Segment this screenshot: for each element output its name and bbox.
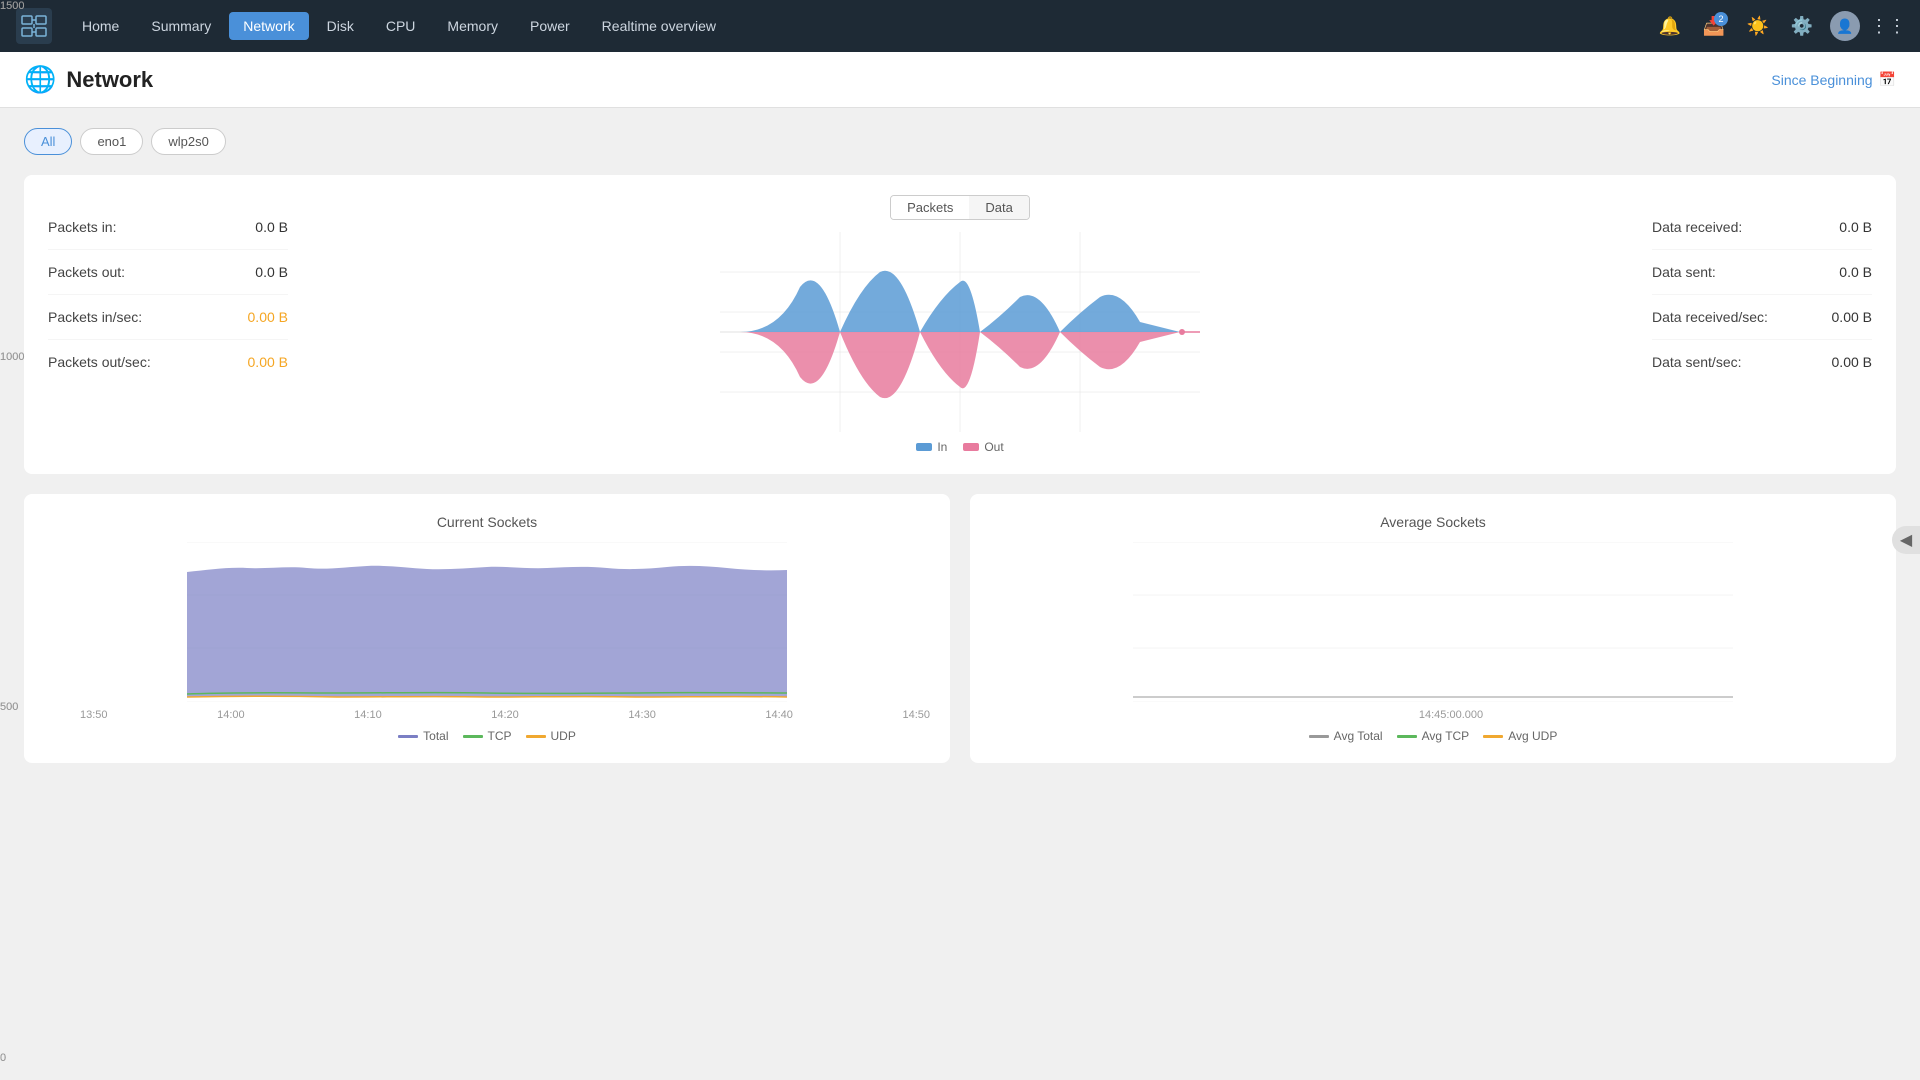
stat-packets-in: Packets in: 0.0 B [48,205,288,250]
since-beginning-button[interactable]: Since Beginning 📅 [1771,71,1896,88]
avatar[interactable]: 👤 [1830,11,1860,41]
stat-value-packets-out-sec: 0.00 B [248,354,288,370]
stat-data-sent: Data sent: 0.0 B [1652,250,1872,295]
notifications-button[interactable]: 🔔 [1654,10,1686,42]
nav-home[interactable]: Home [68,12,133,40]
stat-value-data-sent: 0.0 B [1839,264,1872,280]
current-sockets-x-axis: 13:50 14:00 14:10 14:20 14:30 14:40 14:5… [44,709,930,721]
legend-avg-tcp: Avg TCP [1397,729,1470,743]
downloads-badge: 2 [1714,12,1728,26]
average-sockets-y-axis: 1500 1000 500 0 [0,0,36,1080]
legend-in-dot [916,443,932,451]
legend-out-dot [963,443,979,451]
current-sockets-title: Current Sockets [44,514,930,530]
legend-avg-total-line [1309,735,1329,738]
nav-icons: 🔔 📥 2 ☀️ ⚙️ 👤 ⋮⋮ [1654,10,1904,42]
navbar: Home Summary Network Disk CPU Memory Pow… [0,0,1920,52]
legend-out-label: Out [984,440,1003,454]
interface-tabs: All eno1 wlp2s0 [24,128,1896,155]
nav-realtime[interactable]: Realtime overview [588,12,730,40]
stat-value-data-received-sec: 0.00 B [1832,309,1872,325]
current-sockets-card: Current Sockets 1500 1000 500 0 [24,494,950,763]
stat-data-sent-sec: Data sent/sec: 0.00 B [1652,340,1872,384]
settings-button[interactable]: ⚙️ [1786,10,1818,42]
tab-wlp2s0[interactable]: wlp2s0 [151,128,225,155]
main-content: All eno1 wlp2s0 Packets in: 0.0 B Packet… [0,108,1920,783]
legend-avg-tcp-line [1397,735,1417,738]
legend-udp-line [526,735,546,738]
nav-summary[interactable]: Summary [137,12,225,40]
collapse-arrow[interactable]: ◀ [1892,526,1920,554]
network-stats-card: Packets in: 0.0 B Packets out: 0.0 B Pac… [24,175,1896,474]
legend-avg-udp-line [1483,735,1503,738]
current-sockets-legend: Total TCP UDP [44,729,930,743]
stat-value-data-received: 0.0 B [1839,219,1872,235]
nav-network[interactable]: Network [229,12,308,40]
chart-section: Packets Data [308,195,1612,454]
apps-button[interactable]: ⋮⋮ [1872,10,1904,42]
legend-total-line [398,735,418,738]
nav-cpu[interactable]: CPU [372,12,430,40]
stat-label-data-received-sec: Data received/sec: [1652,309,1768,325]
legend-tcp-line [463,735,483,738]
stat-label-packets-in-sec: Packets in/sec: [48,309,142,325]
legend-in: In [916,440,947,454]
legend-avg-total: Avg Total [1309,729,1383,743]
legend-out: Out [963,440,1003,454]
stats-right: Data received: 0.0 B Data sent: 0.0 B Da… [1612,195,1872,394]
stat-label-packets-in: Packets in: [48,219,116,235]
stat-value-packets-in: 0.0 B [255,219,288,235]
stat-packets-out: Packets out: 0.0 B [48,250,288,295]
stat-label-packets-out-sec: Packets out/sec: [48,354,151,370]
legend-total: Total [398,729,448,743]
butterfly-chart [720,232,1200,432]
downloads-button[interactable]: 📥 2 [1698,10,1730,42]
stat-label-data-sent-sec: Data sent/sec: [1652,354,1742,370]
stat-value-data-sent-sec: 0.00 B [1832,354,1872,370]
stat-packets-out-sec: Packets out/sec: 0.00 B [48,340,288,384]
stat-data-received: Data received: 0.0 B [1652,205,1872,250]
stat-packets-in-sec: Packets in/sec: 0.00 B [48,295,288,340]
legend-udp: UDP [526,729,576,743]
stat-value-packets-in-sec: 0.00 B [248,309,288,325]
page-title: Network [66,67,153,93]
toggle-buttons: Packets Data [890,195,1030,220]
toggle-data[interactable]: Data [969,196,1028,219]
nav-power[interactable]: Power [516,12,584,40]
legend-avg-udp: Avg UDP [1483,729,1557,743]
stat-data-received-sec: Data received/sec: 0.00 B [1652,295,1872,340]
page-title-area: 🌐 Network [24,64,153,95]
stats-left: Packets in: 0.0 B Packets out: 0.0 B Pac… [48,195,308,394]
average-sockets-card: Average Sockets 1500 1000 500 0 [970,494,1896,763]
stat-label-packets-out: Packets out: [48,264,125,280]
stat-label-data-sent: Data sent: [1652,264,1716,280]
average-sockets-legend: Avg Total Avg TCP Avg UDP [990,729,1876,743]
nav-disk[interactable]: Disk [313,12,368,40]
theme-button[interactable]: ☀️ [1742,10,1774,42]
average-sockets-x-axis: 14:45:00.000 [990,709,1876,721]
chart-legend: In Out [916,440,1003,454]
legend-tcp: TCP [463,729,512,743]
legend-in-label: In [937,440,947,454]
toggle-packets[interactable]: Packets [891,196,969,219]
stat-value-packets-out: 0.0 B [255,264,288,280]
calendar-icon: 📅 [1879,71,1896,88]
stat-label-data-received: Data received: [1652,219,1742,235]
average-sockets-title: Average Sockets [990,514,1876,530]
tab-eno1[interactable]: eno1 [80,128,143,155]
nav-memory[interactable]: Memory [433,12,512,40]
sub-header: 🌐 Network Since Beginning 📅 [0,52,1920,108]
bottom-charts: Current Sockets 1500 1000 500 0 [24,494,1896,763]
